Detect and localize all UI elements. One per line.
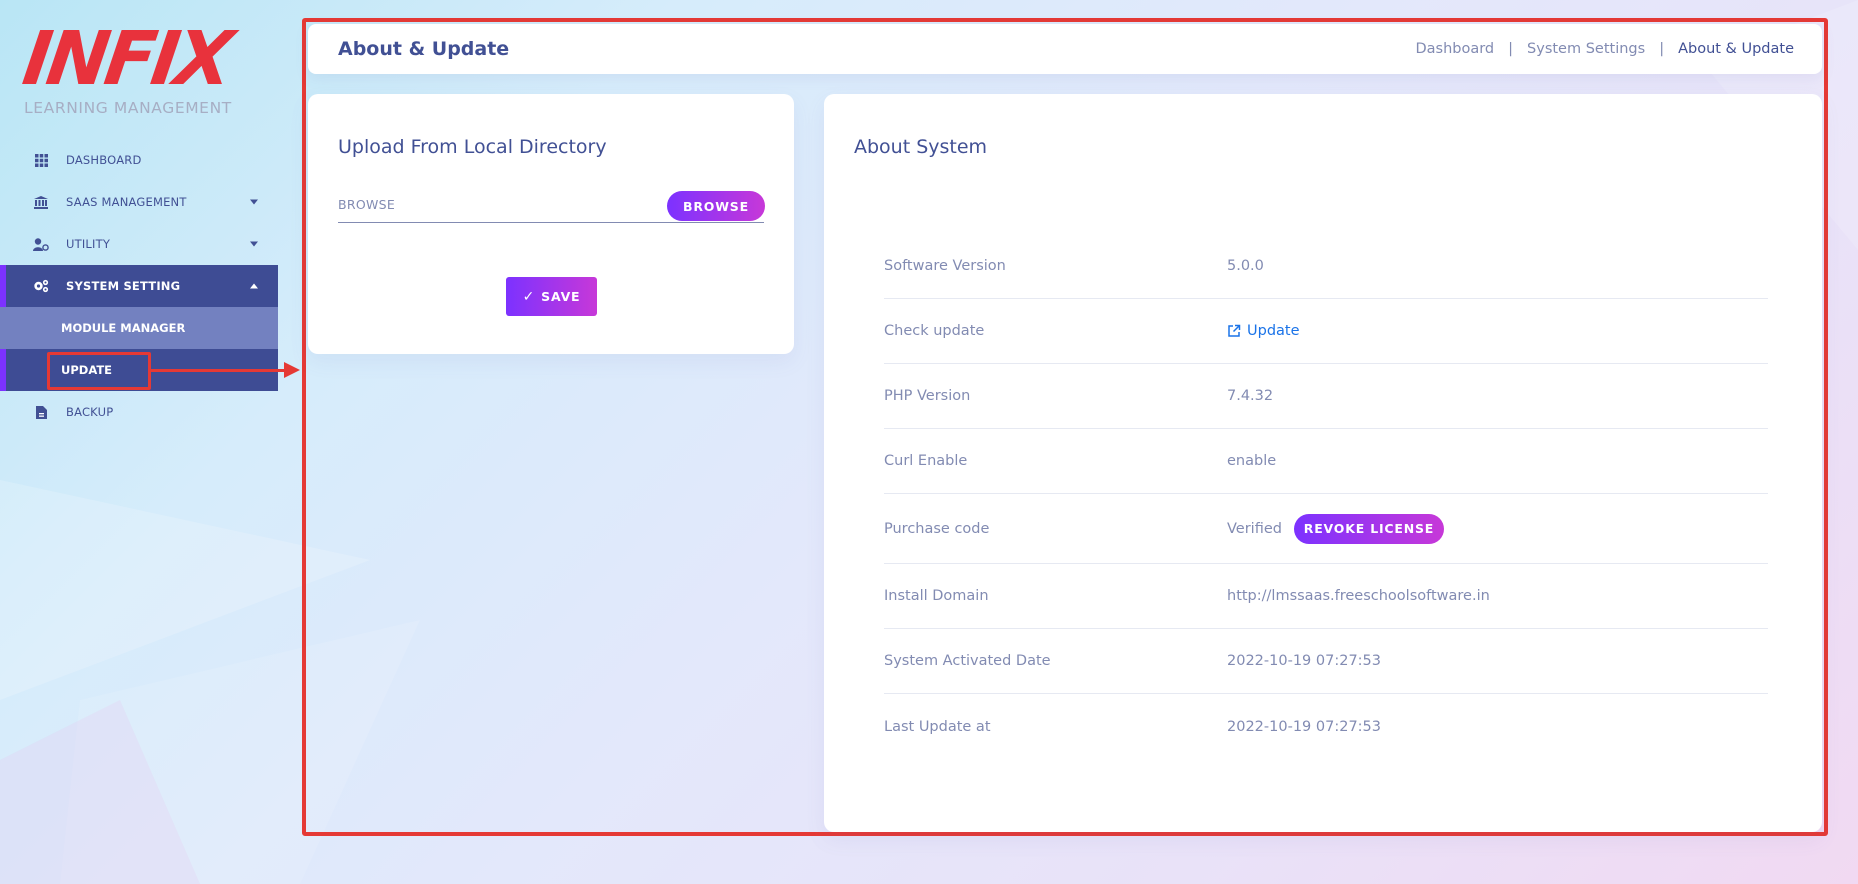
breadcrumb-separator: |: [1659, 41, 1665, 57]
info-row: Curl Enable enable: [884, 429, 1768, 494]
sidebar-item-system-setting[interactable]: SYSTEM SETTING: [0, 265, 278, 307]
info-row: Install Domain http://lmssaas.freeschool…: [884, 564, 1768, 629]
breadcrumb: Dashboard | System Settings | About & Up…: [1415, 41, 1794, 57]
check-icon: ✓: [522, 288, 536, 305]
upload-card: Upload From Local Directory BROWSE BROWS…: [308, 94, 794, 354]
breadcrumb-dashboard[interactable]: Dashboard: [1415, 41, 1494, 57]
browse-input[interactable]: BROWSE: [338, 197, 395, 212]
save-button-label: SAVE: [541, 289, 581, 304]
info-value: 2022-10-19 07:27:53: [1227, 653, 1381, 669]
gears-icon: [33, 278, 49, 294]
info-row: PHP Version 7.4.32: [884, 364, 1768, 429]
save-button[interactable]: ✓ SAVE: [506, 277, 597, 316]
sidebar-item-label: DASHBOARD: [66, 153, 142, 167]
info-label: PHP Version: [884, 388, 971, 404]
sidebar: INFIX LEARNING MANAGEMENT DASHBOARD SAAS…: [0, 0, 278, 884]
info-row: Last Update at 2022-10-19 07:27:53: [884, 694, 1768, 759]
chevron-down-icon: [250, 199, 258, 205]
info-label: Install Domain: [884, 588, 989, 604]
revoke-license-button[interactable]: REVOKE LICENSE: [1293, 513, 1444, 544]
info-row: Purchase code Verified REVOKE LICENSE: [884, 494, 1768, 564]
sidebar-item-utility[interactable]: UTILITY: [0, 223, 278, 265]
info-label: System Activated Date: [884, 653, 1051, 669]
logo-wordmark: INFIX: [17, 16, 235, 102]
sidebar-subitem-module-manager[interactable]: MODULE MANAGER: [0, 307, 278, 349]
sidebar-item-backup[interactable]: BACKUP: [0, 391, 278, 433]
annotation-highlight-box: [47, 352, 151, 390]
upload-card-title: Upload From Local Directory: [338, 136, 607, 158]
annotation-arrow-line: [151, 369, 286, 372]
grid-icon: [33, 152, 49, 168]
info-row: Software Version 5.0.0: [884, 234, 1768, 299]
about-system-card: About System Software Version 5.0.0 Chec…: [824, 94, 1822, 832]
user-gear-icon: [33, 236, 49, 252]
browse-button[interactable]: BROWSE: [667, 191, 765, 221]
info-value: http://lmssaas.freeschoolsoftware.in: [1227, 588, 1490, 604]
info-value: 2022-10-19 07:27:53: [1227, 718, 1381, 735]
info-value: Verified REVOKE LICENSE: [1227, 513, 1444, 544]
bank-icon: [33, 194, 49, 210]
chevron-down-icon: [250, 241, 258, 247]
info-value: 5.0.0: [1227, 258, 1264, 274]
logo[interactable]: INFIX LEARNING MANAGEMENT: [18, 16, 254, 122]
page-title: About & Update: [338, 38, 510, 60]
logo-subtitle: LEARNING MANAGEMENT: [24, 99, 232, 117]
info-row: System Activated Date 2022-10-19 07:27:5…: [884, 629, 1768, 694]
info-label: Curl Enable: [884, 453, 968, 469]
sidebar-item-label: SAAS MANAGEMENT: [66, 195, 187, 209]
sidebar-item-label: MODULE MANAGER: [61, 321, 186, 335]
breadcrumb-separator: |: [1508, 41, 1514, 57]
info-value: 7.4.32: [1227, 388, 1274, 404]
info-row: Check update Update: [884, 299, 1768, 364]
file-icon: [33, 404, 49, 420]
about-info-table: Software Version 5.0.0 Check update Upda…: [884, 234, 1768, 759]
page-header: About & Update Dashboard | System Settin…: [308, 24, 1822, 74]
chevron-up-icon: [250, 283, 258, 289]
external-link-icon: [1228, 324, 1241, 337]
breadcrumb-current: About & Update: [1678, 41, 1794, 57]
sidebar-item-dashboard[interactable]: DASHBOARD: [0, 139, 278, 181]
info-label: Software Version: [884, 258, 1006, 274]
info-label: Purchase code: [884, 520, 990, 537]
info-value: enable: [1227, 453, 1277, 469]
annotation-arrow-head: [284, 362, 300, 378]
sidebar-item-label: SYSTEM SETTING: [66, 279, 181, 293]
sidebar-item-label: BACKUP: [66, 405, 114, 419]
check-update-link-label: Update: [1247, 323, 1300, 339]
purchase-code-status: Verified: [1227, 520, 1282, 537]
check-update-link[interactable]: Update: [1227, 323, 1300, 339]
sidebar-item-saas-management[interactable]: SAAS MANAGEMENT: [0, 181, 278, 223]
about-card-title: About System: [854, 136, 988, 158]
breadcrumb-system-settings[interactable]: System Settings: [1527, 41, 1645, 57]
info-label: Check update: [884, 323, 985, 339]
browse-input-underline: [338, 222, 764, 223]
sidebar-item-label: UTILITY: [66, 237, 111, 251]
info-label: Last Update at: [884, 718, 991, 735]
info-value: Update: [1227, 323, 1300, 339]
